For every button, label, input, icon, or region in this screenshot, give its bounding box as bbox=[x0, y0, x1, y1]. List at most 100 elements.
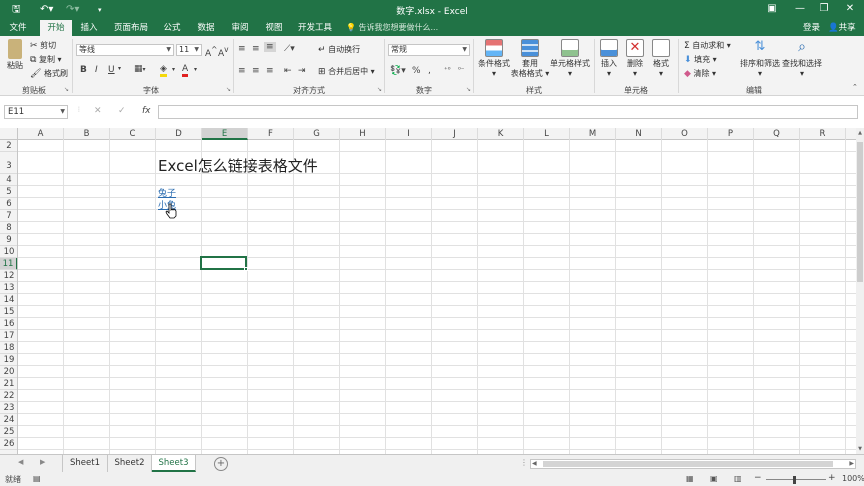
row-header-8[interactable]: 8 bbox=[0, 222, 17, 234]
delete-cells-button[interactable]: ✕ 删除 ▾ bbox=[624, 39, 646, 79]
column-header-c[interactable]: C bbox=[110, 128, 156, 140]
scroll-thumb[interactable] bbox=[857, 142, 863, 282]
font-color-icon[interactable]: A bbox=[182, 64, 189, 77]
macro-record-icon[interactable]: ▤ bbox=[33, 474, 41, 483]
row-header-21[interactable]: 21 bbox=[0, 378, 17, 390]
format-as-table-button[interactable]: 套用 表格格式 ▾ bbox=[510, 39, 550, 79]
row-header-18[interactable]: 18 bbox=[0, 342, 17, 354]
align-top-icon[interactable]: ≡ bbox=[238, 44, 246, 54]
zoom-slider[interactable] bbox=[766, 476, 826, 484]
column-header-f[interactable]: F bbox=[248, 128, 294, 140]
row-header-5[interactable]: 5 bbox=[0, 186, 17, 198]
next-sheet-icon[interactable]: ▶ bbox=[40, 458, 45, 466]
italic-button[interactable]: I bbox=[95, 65, 98, 75]
column-header-e[interactable]: E bbox=[202, 128, 248, 140]
column-header-i[interactable]: I bbox=[386, 128, 432, 140]
collapse-ribbon-icon[interactable]: ⌃ bbox=[852, 83, 858, 91]
align-bottom-icon[interactable]: ≡ bbox=[264, 42, 276, 52]
tab-file[interactable]: 文件 bbox=[4, 20, 32, 36]
decrease-decimal-icon[interactable]: ⁰⁻ bbox=[458, 66, 465, 74]
row-header-10[interactable]: 10 bbox=[0, 246, 17, 258]
number-format-select[interactable]: 常规 ▼ bbox=[388, 44, 470, 56]
sort-filter-button[interactable]: ⇅ 排序和筛选 ▾ bbox=[740, 39, 780, 79]
align-center-icon[interactable]: ≡ bbox=[252, 66, 260, 76]
tab-view[interactable]: 视图 bbox=[260, 20, 288, 36]
percent-button[interactable]: % bbox=[412, 66, 421, 76]
column-header-l[interactable]: L bbox=[524, 128, 570, 140]
select-all-corner[interactable] bbox=[0, 128, 18, 140]
clear-button[interactable]: ◆ 清除 ▾ bbox=[684, 68, 716, 80]
login-link[interactable]: 登录 bbox=[803, 20, 820, 36]
zoom-out-icon[interactable]: − bbox=[754, 473, 762, 483]
tab-review[interactable]: 审阅 bbox=[226, 20, 254, 36]
row-header-4[interactable]: 4 bbox=[0, 174, 17, 186]
column-header-q[interactable]: Q bbox=[754, 128, 800, 140]
column-header-r[interactable]: R bbox=[800, 128, 846, 140]
row-header-26[interactable]: 26 bbox=[0, 438, 17, 450]
column-header-p[interactable]: P bbox=[708, 128, 754, 140]
currency-icon[interactable]: 💱▾ bbox=[390, 66, 406, 76]
row-header-13[interactable]: 13 bbox=[0, 282, 17, 294]
row-header-11[interactable]: 11 bbox=[0, 258, 17, 270]
row-header-7[interactable]: 7 bbox=[0, 210, 17, 222]
tab-formulas[interactable]: 公式 bbox=[158, 20, 186, 36]
conditional-formatting-button[interactable]: 条件格式 ▾ bbox=[477, 39, 511, 79]
fill-color-icon[interactable]: ◈ bbox=[160, 64, 167, 77]
normal-view-icon[interactable]: ▦ bbox=[686, 474, 694, 483]
font-size-select[interactable]: 11 ▼ bbox=[176, 44, 202, 56]
font-name-select[interactable]: 等线 ▼ bbox=[76, 44, 174, 56]
row-header-3[interactable]: 3 bbox=[0, 152, 17, 174]
clipboard-launcher-icon[interactable]: ↘ bbox=[64, 86, 69, 93]
align-right-icon[interactable]: ≡ bbox=[266, 66, 274, 76]
row-header-2[interactable]: 2 bbox=[0, 140, 17, 152]
row-header-17[interactable]: 17 bbox=[0, 330, 17, 342]
zoom-slider-knob[interactable] bbox=[793, 476, 796, 484]
row-header-24[interactable]: 24 bbox=[0, 414, 17, 426]
wrap-text-button[interactable]: ↵ 自动换行 bbox=[318, 44, 360, 56]
cell-grid[interactable] bbox=[18, 140, 856, 454]
name-box[interactable]: E11 ▼ bbox=[4, 105, 68, 119]
cell-styles-button[interactable]: 单元格样式 ▾ bbox=[550, 39, 590, 79]
format-cells-button[interactable]: 格式 ▾ bbox=[650, 39, 672, 79]
insert-cells-button[interactable]: 插入 ▾ bbox=[598, 39, 620, 79]
horizontal-scrollbar[interactable]: ◀ ▶ bbox=[530, 459, 856, 469]
minimize-icon[interactable]: — bbox=[788, 2, 812, 16]
chevron-down-icon[interactable]: ▾ bbox=[118, 65, 121, 72]
close-icon[interactable]: ✕ bbox=[838, 2, 862, 16]
scroll-thumb[interactable] bbox=[543, 461, 833, 467]
column-header-g[interactable]: G bbox=[294, 128, 340, 140]
find-select-button[interactable]: ⌕ 查找和选择 ▾ bbox=[782, 39, 822, 79]
tab-developer[interactable]: 开发工具 bbox=[294, 20, 336, 36]
autosum-button[interactable]: Σ 自动求和 ▾ bbox=[684, 40, 731, 52]
orientation-icon[interactable]: ⟋▾ bbox=[284, 44, 295, 54]
underline-button[interactable]: U bbox=[108, 65, 115, 75]
tab-insert[interactable]: 插入 bbox=[74, 20, 104, 36]
fill-handle[interactable] bbox=[244, 267, 248, 271]
sheet-tab-1[interactable]: Sheet1 bbox=[62, 455, 108, 472]
ribbon-display-icon[interactable]: ▣ bbox=[760, 2, 784, 16]
row-header-14[interactable]: 14 bbox=[0, 294, 17, 306]
row-header-25[interactable]: 25 bbox=[0, 426, 17, 438]
page-layout-view-icon[interactable]: ▣ bbox=[710, 474, 718, 483]
row-header-9[interactable]: 9 bbox=[0, 234, 17, 246]
column-header-j[interactable]: J bbox=[432, 128, 478, 140]
decrease-font-icon[interactable]: Av bbox=[218, 45, 229, 59]
row-header-12[interactable]: 12 bbox=[0, 270, 17, 282]
row-header-16[interactable]: 16 bbox=[0, 318, 17, 330]
tab-page-layout[interactable]: 页面布局 bbox=[110, 20, 152, 36]
share-button[interactable]: 👤共享 bbox=[828, 20, 856, 36]
cell-d3-title[interactable]: Excel怎么链接表格文件 bbox=[158, 155, 318, 176]
column-header-a[interactable]: A bbox=[18, 128, 64, 140]
fill-button[interactable]: ⬇ 填充 ▾ bbox=[684, 54, 717, 66]
column-header-m[interactable]: M bbox=[570, 128, 616, 140]
chevron-down-icon[interactable]: ▾ bbox=[172, 66, 175, 73]
align-left-icon[interactable]: ≡ bbox=[238, 66, 246, 76]
add-sheet-button[interactable]: + bbox=[214, 457, 228, 471]
scroll-up-icon[interactable]: ▲ bbox=[856, 130, 864, 136]
page-break-view-icon[interactable]: ▥ bbox=[734, 474, 742, 483]
format-painter-button[interactable]: 🖌 格式刷 bbox=[30, 68, 68, 80]
increase-font-icon[interactable]: A^ bbox=[205, 45, 217, 59]
row-header-15[interactable]: 15 bbox=[0, 306, 17, 318]
row-header-23[interactable]: 23 bbox=[0, 402, 17, 414]
scroll-right-icon[interactable]: ▶ bbox=[849, 460, 854, 467]
